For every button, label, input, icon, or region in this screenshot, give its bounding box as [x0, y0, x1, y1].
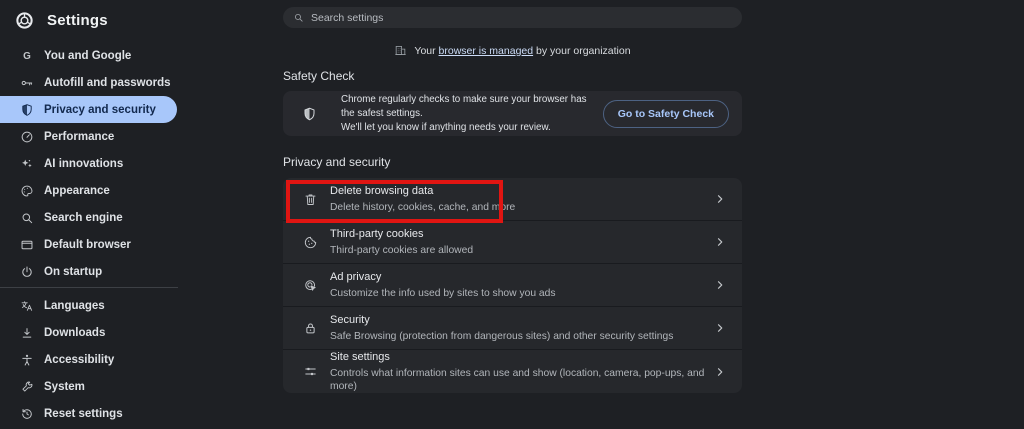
chevron-right-icon[interactable]	[714, 236, 726, 248]
sidebar-item-on-startup[interactable]: On startup	[0, 258, 177, 285]
sidebar-item-ai-innovations[interactable]: AI innovations	[0, 150, 177, 177]
google-g-icon: G	[20, 49, 34, 63]
sidebar-item-label: System	[44, 380, 85, 393]
safety-description-line2: We'll let you know if anything needs you…	[341, 121, 551, 133]
key-icon	[20, 76, 34, 90]
chevron-right-icon[interactable]	[714, 279, 726, 291]
settings-header: Settings	[0, 0, 220, 40]
chevron-right-icon[interactable]	[714, 193, 726, 205]
tune-icon	[303, 364, 318, 379]
sparkle-icon	[20, 157, 34, 171]
reset-icon	[20, 407, 34, 421]
svg-text:G: G	[23, 51, 31, 62]
search-icon	[293, 12, 304, 23]
sidebar-item-label: Reset settings	[44, 407, 123, 420]
trash-icon	[303, 192, 318, 207]
cookie-icon	[303, 235, 318, 250]
shield-icon	[302, 106, 317, 122]
sidebar-item-label: Performance	[44, 130, 115, 143]
row-title: Site settings	[330, 350, 390, 363]
chevron-right-icon[interactable]	[714, 366, 726, 378]
wrench-icon	[20, 380, 34, 394]
sidebar-item-label: Autofill and passwords	[44, 76, 171, 89]
safety-check-description: Chrome regularly checks to make sure you…	[341, 93, 603, 135]
safety-check-heading: Safety Check	[283, 69, 355, 83]
translate-icon	[20, 299, 34, 313]
sidebar-item-default-browser[interactable]: Default browser	[0, 231, 177, 258]
row-subtitle: Third-party cookies are allowed	[330, 244, 474, 256]
managed-browser-notice: Your browser is managed by your organiza…	[283, 44, 742, 57]
row-title: Delete browsing data	[330, 184, 434, 197]
power-icon	[20, 265, 34, 279]
row-title: Third-party cookies	[330, 227, 424, 240]
sidebar-item-label: Downloads	[44, 326, 106, 339]
safety-check-card: Chrome regularly checks to make sure you…	[283, 91, 742, 136]
managed-prefix: Your	[414, 44, 439, 57]
sidebar-item-system[interactable]: System	[0, 373, 177, 400]
chrome-logo-icon	[15, 11, 34, 30]
sidebar-item-privacy-and-security[interactable]: Privacy and security	[0, 96, 177, 123]
row-subtitle: Customize the info used by sites to show…	[330, 287, 556, 299]
row-subtitle: Delete history, cookies, cache, and more	[330, 201, 516, 213]
sidebar-item-search-engine[interactable]: Search engine	[0, 204, 177, 231]
privacy-section-heading: Privacy and security	[283, 155, 391, 169]
row-subtitle: Controls what information sites can use …	[330, 367, 705, 392]
speedometer-icon	[20, 130, 34, 144]
sidebar-item-accessibility[interactable]: Accessibility	[0, 346, 177, 373]
accessibility-person-icon	[20, 353, 34, 367]
download-icon	[20, 326, 34, 340]
sidebar-item-reset-settings[interactable]: Reset settings	[0, 400, 177, 427]
row-title: Security	[330, 313, 370, 326]
sidebar-item-label: You and Google	[44, 49, 132, 62]
settings-search-bar[interactable]	[283, 7, 742, 28]
shield-icon	[20, 103, 34, 117]
managed-suffix: by your organization	[533, 44, 631, 57]
lock-icon	[303, 321, 318, 336]
privacy-settings-list: Delete browsing data Delete history, coo…	[283, 178, 742, 393]
go-to-safety-check-button[interactable]: Go to Safety Check	[602, 99, 729, 128]
chevron-right-icon[interactable]	[714, 322, 726, 334]
sidebar-item-label: On startup	[44, 265, 103, 278]
settings-row-security[interactable]: Security Safe Browsing (protection from …	[283, 307, 742, 350]
magnifier-icon	[20, 211, 34, 225]
ads-click-icon	[303, 278, 318, 293]
sidebar-item-label: Privacy and security	[44, 103, 156, 116]
sidebar-item-downloads[interactable]: Downloads	[0, 319, 177, 346]
sidebar-item-label: Default browser	[44, 238, 131, 251]
sidebar-item-label: Appearance	[44, 184, 110, 197]
sidebar-divider	[0, 287, 178, 288]
sidebar-item-performance[interactable]: Performance	[0, 123, 177, 150]
settings-row-site-settings[interactable]: Site settings Controls what information …	[283, 350, 742, 393]
row-title: Ad privacy	[330, 270, 382, 283]
browser-window-icon	[20, 238, 34, 252]
sidebar-item-label: Search engine	[44, 211, 123, 224]
managed-browser-link[interactable]: browser is managed	[439, 45, 534, 57]
sidebar-item-you-and-google[interactable]: G You and Google	[0, 42, 177, 69]
sidebar-item-appearance[interactable]: Appearance	[0, 177, 177, 204]
page-title: Settings	[47, 11, 108, 29]
safety-description-line1: Chrome regularly checks to make sure you…	[341, 93, 587, 119]
settings-row-delete-browsing-data[interactable]: Delete browsing data Delete history, coo…	[283, 178, 742, 221]
settings-row-third-party-cookies[interactable]: Third-party cookies Third-party cookies …	[283, 221, 742, 264]
sidebar-item-languages[interactable]: Languages	[0, 292, 177, 319]
search-input[interactable]	[311, 11, 732, 24]
row-subtitle: Safe Browsing (protection from dangerous…	[330, 330, 674, 342]
organization-building-icon	[394, 44, 407, 57]
sidebar-item-label: Accessibility	[44, 353, 115, 366]
sidebar-item-autofill-and-passwords[interactable]: Autofill and passwords	[0, 69, 177, 96]
sidebar-nav: G You and Google Autofill and passwords …	[0, 42, 220, 427]
palette-icon	[20, 184, 34, 198]
settings-row-ad-privacy[interactable]: Ad privacy Customize the info used by si…	[283, 264, 742, 307]
sidebar-item-label: AI innovations	[44, 157, 124, 170]
managed-notice-text: Your browser is managed by your organiza…	[414, 45, 630, 57]
sidebar-item-label: Languages	[44, 299, 105, 312]
